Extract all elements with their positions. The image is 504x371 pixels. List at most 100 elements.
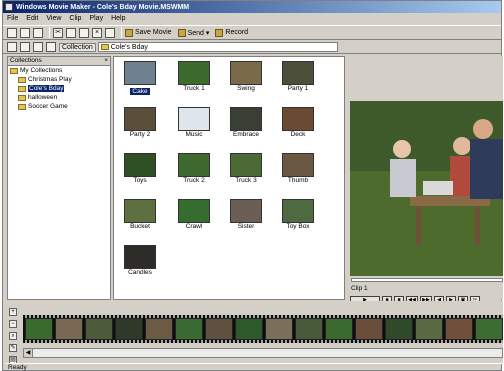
tree-root[interactable]: My Collections: [8, 66, 110, 75]
folder-icon: [18, 94, 26, 101]
search-icon[interactable]: ⌕: [9, 332, 17, 340]
storyboard-frame[interactable]: [85, 318, 113, 340]
clip-item[interactable]: Truck 3: [224, 153, 268, 184]
cut-icon[interactable]: ✂: [53, 27, 63, 38]
clip-item[interactable]: Swing: [224, 61, 268, 92]
properties-icon[interactable]: [105, 27, 115, 38]
tree-item-label: Cole's Bday: [28, 85, 65, 92]
clip-label-wrap: Swing: [224, 85, 268, 92]
copy-icon[interactable]: [66, 27, 76, 38]
clip-item[interactable]: Toy Box: [276, 199, 320, 230]
zoom-out-icon[interactable]: −: [9, 320, 17, 328]
clip-item[interactable]: Embrace: [224, 107, 268, 138]
storyboard-frame[interactable]: [145, 318, 173, 340]
storyboard-frame[interactable]: [25, 318, 53, 340]
menu-help[interactable]: Help: [111, 15, 125, 22]
clip-item[interactable]: Truck 2: [172, 153, 216, 184]
new-project-icon[interactable]: [7, 27, 17, 38]
delete-icon[interactable]: ×: [92, 27, 102, 38]
send-icon: [177, 28, 186, 37]
clip-item[interactable]: Sister: [224, 199, 268, 230]
title-bar[interactable]: Windows Movie Maker - Cole's Bday Movie.…: [3, 1, 501, 13]
collection-combo[interactable]: Cole's Bday: [97, 42, 338, 52]
close-icon[interactable]: ×: [104, 57, 108, 65]
storyboard-frame[interactable]: [475, 318, 503, 340]
video-preview[interactable]: [350, 101, 503, 276]
clip-item[interactable]: Crawl: [172, 199, 216, 230]
clip-item[interactable]: Party 1: [276, 61, 320, 92]
save-movie-button[interactable]: Save Movie: [125, 28, 172, 37]
storyboard-frame[interactable]: [175, 318, 203, 340]
scroll-left-icon[interactable]: ◀: [24, 349, 33, 357]
storyboard-frame[interactable]: [385, 318, 413, 340]
clip-label-wrap: Sister: [224, 223, 268, 230]
clip-label-wrap: Bucket: [118, 223, 162, 230]
menu-view[interactable]: View: [46, 15, 61, 22]
storyboard-frame[interactable]: [235, 318, 263, 340]
collections-toggle-icon[interactable]: [7, 42, 17, 52]
paste-icon[interactable]: [79, 27, 89, 38]
tree-item-christmas-play[interactable]: Christmas Play: [8, 75, 110, 84]
menu-clip[interactable]: Clip: [69, 15, 81, 22]
storyboard-frame[interactable]: [355, 318, 383, 340]
collections-header: Collections ×: [8, 57, 110, 66]
clip-item[interactable]: Toys: [118, 153, 162, 184]
tree-item-label: halloween: [28, 94, 58, 101]
clip-item[interactable]: Deck: [276, 107, 320, 138]
clip-thumbnail: [178, 199, 210, 223]
narrate-icon[interactable]: ✎: [9, 344, 17, 352]
up-folder-icon[interactable]: [20, 42, 30, 52]
seek-bar[interactable]: [351, 278, 503, 282]
clip-label-wrap: Toys: [118, 177, 162, 184]
menu-play[interactable]: Play: [89, 15, 103, 22]
record-button[interactable]: Record: [215, 28, 248, 37]
clip-label: Toys: [133, 177, 147, 184]
storyboard-frame[interactable]: [415, 318, 443, 340]
main-toolbar: ✂ × Save Movie Send ▾ Record: [3, 25, 501, 40]
save-icon[interactable]: [33, 27, 43, 38]
menu-edit[interactable]: Edit: [26, 15, 38, 22]
storyboard-strip[interactable]: [23, 315, 503, 343]
clip-thumbnail: [124, 107, 156, 131]
tree-item-halloween[interactable]: halloween: [8, 93, 110, 102]
clip-thumbnail: [124, 245, 156, 269]
clip-item[interactable]: Thumb: [276, 153, 320, 184]
app-icon[interactable]: [5, 3, 13, 11]
clip-item[interactable]: Music: [172, 107, 216, 138]
tree-item-coles-bday[interactable]: Cole's Bday: [8, 84, 110, 93]
clip-item[interactable]: Cake: [118, 61, 162, 95]
clip-item[interactable]: Bucket: [118, 199, 162, 230]
storyboard-frame[interactable]: [295, 318, 323, 340]
send-button[interactable]: Send ▾: [177, 28, 209, 37]
zoom-in-icon[interactable]: +: [9, 308, 17, 316]
clip-label: Cake: [130, 88, 150, 95]
collection-value: Cole's Bday: [110, 43, 148, 51]
clip-label-wrap: Thumb: [276, 177, 320, 184]
open-folder-icon[interactable]: [20, 27, 30, 38]
folder-icon: [18, 76, 26, 83]
storyboard-frame[interactable]: [265, 318, 293, 340]
storyboard-frame[interactable]: [55, 318, 83, 340]
window-title: Windows Movie Maker - Cole's Bday Movie.…: [16, 3, 190, 11]
clip-item[interactable]: Truck 1: [172, 61, 216, 92]
storyboard-frame[interactable]: [115, 318, 143, 340]
clip-thumbnail: [230, 199, 262, 223]
folder-icon: [100, 44, 109, 50]
status-bar: Ready: [5, 363, 504, 371]
tree-item-soccer-game[interactable]: Soccer Game: [8, 102, 110, 111]
clips-pane: Cake Truck 1 Swing Party 1 Party 2 Music Embra…: [113, 56, 345, 300]
view-menu-icon[interactable]: [46, 42, 56, 52]
tree-item-label: Christmas Play: [28, 76, 72, 83]
clip-thumbnail: [230, 107, 262, 131]
timeline-scrollbar[interactable]: ◀: [23, 348, 503, 358]
storyboard-frame[interactable]: [325, 318, 353, 340]
menu-file[interactable]: File: [7, 15, 18, 22]
clip-item[interactable]: Candles: [118, 245, 162, 276]
clip-label: Party 2: [129, 131, 151, 138]
storyboard-frame[interactable]: [445, 318, 473, 340]
clip-item[interactable]: Party 2: [118, 107, 162, 138]
storyboard-frame[interactable]: [205, 318, 233, 340]
clip-label: Deck: [290, 131, 306, 138]
timeline-tools: + − ⌕ ✎ ▤: [7, 306, 21, 364]
new-collection-icon[interactable]: [33, 42, 43, 52]
